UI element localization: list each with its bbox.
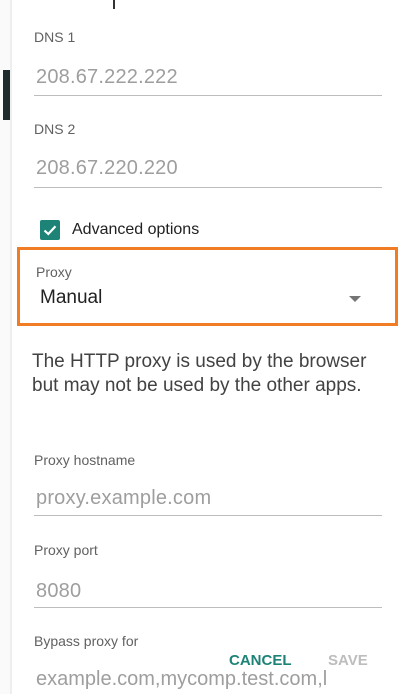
proxy-port-label: Proxy port — [34, 542, 98, 558]
proxy-hostname-field[interactable]: proxy.example.com — [36, 487, 211, 510]
proxy-port-underline — [34, 607, 382, 608]
proxy-dropdown[interactable]: Proxy Manual — [17, 247, 398, 326]
proxy-label: Proxy — [36, 264, 72, 280]
proxy-hostname-underline — [34, 515, 382, 516]
dns1-underline — [34, 95, 382, 96]
advanced-options-checkbox-row[interactable]: Advanced options — [40, 218, 199, 242]
dialog-edge — [10, 0, 12, 694]
background-app-edge — [0, 0, 12, 694]
proxy-hostname-label: Proxy hostname — [34, 452, 136, 468]
dns2-field[interactable]: 208.67.220.220 — [36, 157, 178, 180]
scroll-marker — [113, 0, 115, 9]
save-button[interactable]: SAVE — [328, 652, 368, 669]
advanced-options-label: Advanced options — [72, 221, 200, 238]
dns2-label: DNS 2 — [34, 121, 76, 137]
dns2-underline — [34, 187, 382, 188]
proxy-selected-value: Manual — [40, 287, 103, 308]
proxy-help-text: The HTTP proxy is used by the browser bu… — [32, 351, 367, 396]
dns1-field[interactable]: 208.67.222.222 — [36, 66, 178, 89]
dns1-label: DNS 1 — [34, 29, 76, 45]
bypass-proxy-label: Bypass proxy for — [34, 633, 139, 649]
cancel-button[interactable]: CANCEL — [229, 652, 292, 669]
checkmark-icon — [43, 225, 57, 236]
dropdown-arrow-icon — [349, 296, 361, 302]
background-app-fragment — [3, 70, 10, 120]
bypass-proxy-field[interactable]: example.com,mycomp.test.com,l — [36, 668, 398, 691]
advanced-options-checkbox[interactable] — [40, 220, 60, 240]
proxy-port-field[interactable]: 8080 — [36, 580, 81, 603]
